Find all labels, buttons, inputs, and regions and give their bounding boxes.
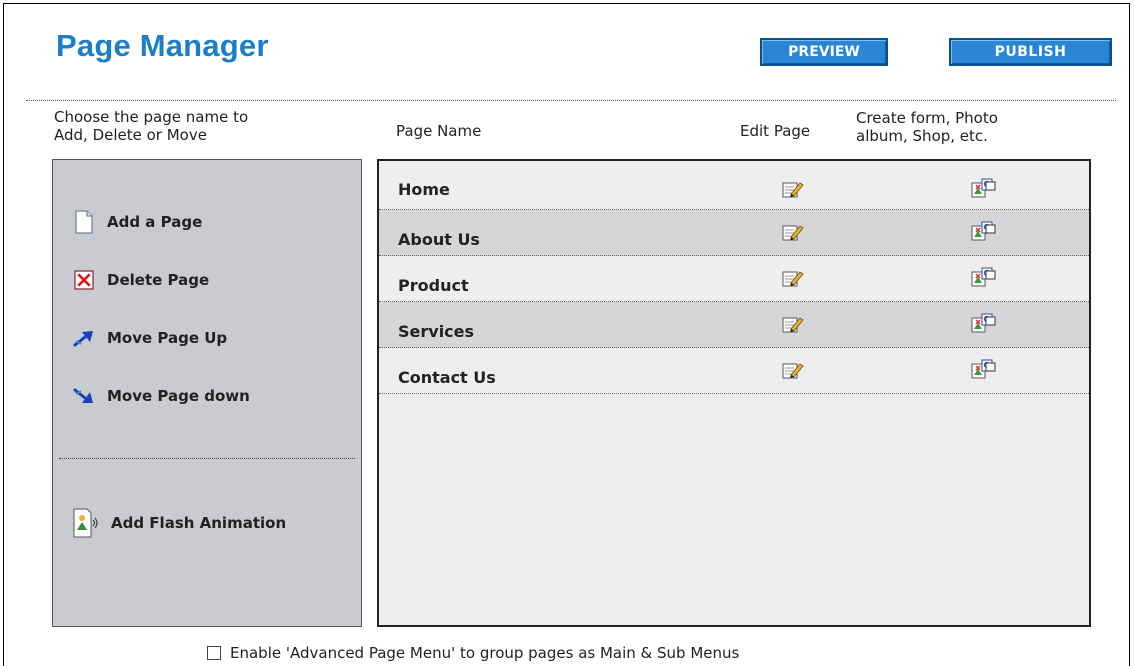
blank-page-icon <box>73 210 95 234</box>
page-apps-icon[interactable] <box>971 177 997 199</box>
advanced-menu-checkbox[interactable] <box>207 646 221 660</box>
page-name-about-us[interactable]: About Us <box>398 230 480 249</box>
delete-page-button[interactable]: Delete Page <box>73 268 209 292</box>
move-page-up-label: Move Page Up <box>107 329 228 347</box>
instructions-line-1: Choose the page name to <box>54 108 249 126</box>
header-divider <box>26 100 1116 101</box>
page-actions-panel: Add a Page Delete Page Move Page Up Move… <box>52 159 362 627</box>
page-manager-window: Page Manager PREVIEW PUBLISH Choose the … <box>3 3 1130 666</box>
advanced-menu-option: Enable 'Advanced Page Menu' to group pag… <box>207 644 739 662</box>
add-flash-animation-button[interactable]: Add Flash Animation <box>73 508 286 538</box>
add-page-label: Add a Page <box>107 213 203 231</box>
page-apps-icon[interactable] <box>971 266 997 288</box>
column-header-create-line-2: album, Shop, etc. <box>856 127 988 145</box>
move-page-down-button[interactable]: Move Page down <box>73 384 250 408</box>
page-apps-icon[interactable] <box>971 358 997 380</box>
instructions-text: Choose the page name to Add, Delete or M… <box>54 108 354 144</box>
delete-x-icon <box>73 268 95 292</box>
column-header-edit-page: Edit Page <box>740 122 811 140</box>
page-row-contact-us: Contact Us <box>379 348 1089 394</box>
page-apps-icon[interactable] <box>971 220 997 242</box>
page-title: Page Manager <box>56 28 269 63</box>
column-header-page-name: Page Name <box>396 122 482 140</box>
add-page-button[interactable]: Add a Page <box>73 210 202 234</box>
edit-page-icon[interactable] <box>782 179 804 199</box>
flash-animation-icon <box>73 508 99 538</box>
delete-page-label: Delete Page <box>107 271 210 289</box>
arrow-down-icon <box>73 384 95 408</box>
page-name-home[interactable]: Home <box>398 180 450 199</box>
actions-divider <box>59 458 355 459</box>
column-header-create: Create form, Photo album, Shop, etc. <box>856 109 1076 145</box>
edit-page-icon[interactable] <box>782 222 804 242</box>
page-row-home: Home <box>379 164 1089 210</box>
arrow-up-icon <box>73 326 95 350</box>
page-list-panel: Home About Us Product Services Contact U… <box>377 159 1091 627</box>
edit-page-icon[interactable] <box>782 314 804 334</box>
advanced-menu-label[interactable]: Enable 'Advanced Page Menu' to group pag… <box>230 644 739 662</box>
page-name-services[interactable]: Services <box>398 322 474 341</box>
column-header-create-line-1: Create form, Photo <box>856 109 998 127</box>
publish-button[interactable]: PUBLISH <box>949 38 1112 66</box>
move-page-down-label: Move Page down <box>107 387 250 405</box>
page-name-contact-us[interactable]: Contact Us <box>398 368 496 387</box>
add-flash-animation-label: Add Flash Animation <box>111 514 287 532</box>
page-row-product: Product <box>379 256 1089 302</box>
move-page-up-button[interactable]: Move Page Up <box>73 326 227 350</box>
page-name-product[interactable]: Product <box>398 276 469 295</box>
preview-button[interactable]: PREVIEW <box>760 38 888 66</box>
page-row-about-us: About Us <box>379 210 1089 256</box>
edit-page-icon[interactable] <box>782 268 804 288</box>
page-apps-icon[interactable] <box>971 312 997 334</box>
instructions-line-2: Add, Delete or Move <box>54 126 207 144</box>
edit-page-icon[interactable] <box>782 360 804 380</box>
page-row-services: Services <box>379 302 1089 348</box>
